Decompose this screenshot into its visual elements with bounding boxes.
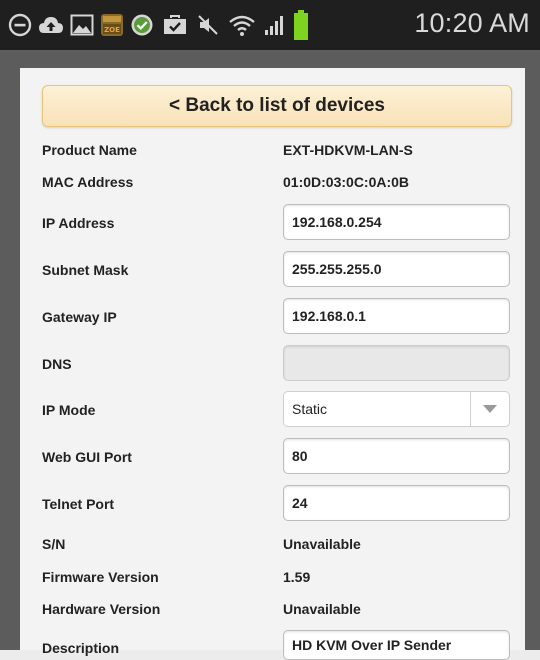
telnet-port-input[interactable]: 24 [283,485,510,521]
ip-mode-select[interactable]: Static [283,391,510,427]
zoe-app-icon: ZOE [101,14,123,36]
ip-mode-label: IP Mode [42,402,96,418]
check-circle-icon [131,14,153,36]
web-gui-port-input[interactable]: 80 [283,438,510,474]
description-input[interactable]: HD KVM Over IP Sender [283,630,510,660]
serial-number-value: Unavailable [283,536,361,552]
mac-address-value: 01:0D:03:0C:0A:0B [283,174,410,190]
hardware-version-label: Hardware Version [42,601,161,617]
status-bar: ZOE 10:20 AM [0,0,540,50]
telnet-port-label: Telnet Port [42,496,115,512]
ip-address-label: IP Address [42,215,115,231]
hardware-version-value: Unavailable [283,601,361,617]
description-label: Description [42,640,120,656]
subnet-mask-input[interactable]: 255.255.255.0 [283,251,510,287]
ip-address-input[interactable]: 192.168.0.254 [283,204,510,240]
subnet-mask-label: Subnet Mask [42,262,129,278]
clock: 10:20 AM [414,8,530,38]
mute-icon [198,15,218,35]
battery-icon [294,10,308,40]
cloud-upload-icon [39,17,63,33]
dns-input[interactable] [283,345,510,381]
product-name-label: Product Name [42,142,137,158]
frame-top [0,50,540,68]
gateway-ip-label: Gateway IP [42,309,117,325]
wifi-icon [229,15,255,36]
dns-label: DNS [42,356,72,372]
web-gui-port-label: Web GUI Port [42,449,132,465]
serial-number-label: S/N [42,536,66,552]
chevron-down-icon[interactable] [471,405,509,413]
signal-icon [265,16,283,35]
gateway-ip-input[interactable]: 192.168.0.1 [283,298,510,334]
image-icon [70,14,94,36]
frame-right [525,50,540,650]
back-to-devices-button[interactable]: < Back to list of devices [42,85,512,127]
firmware-version-label: Firmware Version [42,569,159,585]
svg-text:ZOE: ZOE [104,26,120,34]
product-name-value: EXT-HDKVM-LAN-S [283,142,413,158]
ip-mode-selected-value: Static [292,401,328,417]
briefcase-check-icon [164,15,186,34]
minus-circle-icon [8,13,32,37]
firmware-version-value: 1.59 [283,569,311,585]
frame-left [0,50,20,650]
mac-address-label: MAC Address [42,174,134,190]
